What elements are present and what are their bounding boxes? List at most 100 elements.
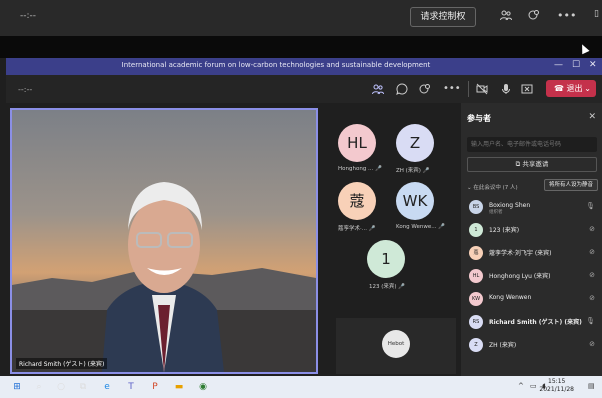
network-icon[interactable]: ▭ <box>530 382 537 390</box>
participant-avatar: Z <box>469 338 483 352</box>
edge-icon[interactable]: e <box>100 380 114 394</box>
mic-on-icon: 🎙 <box>586 317 595 325</box>
participant-row[interactable]: 蔻 蔻孪学术·刘飞宇 (来宾) ⊘ <box>467 243 599 263</box>
participant-name: 蔻孪学术·刘飞宇 (来宾) <box>489 250 552 257</box>
chevron-up-icon[interactable]: ^ <box>518 382 524 390</box>
hebot-tile[interactable]: Hebot <box>336 318 456 374</box>
windows-start-icon[interactable]: ⊞ <box>10 380 24 394</box>
main-video-feed: Richard Smith (ゲスト) (来宾) <box>10 108 318 374</box>
mic-off-icon: ⊘ <box>589 225 595 233</box>
leave-button[interactable]: ☎ 退出 ⌄ <box>546 80 596 97</box>
clock-date: 2021/11/28 <box>539 386 574 393</box>
reactions-icon[interactable] <box>419 83 431 98</box>
file-explorer-icon[interactable]: ▬ <box>172 380 186 394</box>
toolbar-divider <box>468 81 469 97</box>
more-options-icon[interactable]: ••• <box>557 9 576 22</box>
chevron-down-icon[interactable]: ⌄ <box>584 80 591 97</box>
camera-off-icon[interactable] <box>476 83 488 98</box>
tile-avatar-hl[interactable]: HL <box>338 124 376 162</box>
in-meeting-section[interactable]: ⌄ 在此会议中 (7 人) <box>467 183 518 191</box>
tile-name-wk: Kong Wenwe... 🎤 <box>396 224 446 230</box>
tile-initials: 蔻 <box>349 192 365 210</box>
mic-off-icon: ⊘ <box>589 340 595 348</box>
speaker-video-image <box>12 110 316 372</box>
tile-name-123: 123 (来宾) 🎤 <box>369 284 406 290</box>
meeting-timer: --:-- <box>20 11 37 21</box>
tile-name-hl: Honghong ... 🎤 <box>338 166 382 172</box>
tile-name-z: ZH (来宾) 🎤 <box>396 168 430 174</box>
teams-icon[interactable]: T <box>124 380 138 394</box>
participant-avatar: RS <box>469 315 483 329</box>
speaker-name-label: Richard Smith (ゲスト) (来宾) <box>16 358 108 369</box>
toolbar-timer: --:-- <box>18 85 33 94</box>
participants-icon[interactable] <box>372 83 384 98</box>
microphone-icon[interactable] <box>500 83 512 98</box>
participant-name: Boxiong Shen <box>489 202 531 209</box>
minimize-button[interactable]: — <box>554 60 563 70</box>
in-meeting-label: 在此会议中 (7 人) <box>473 185 518 191</box>
participant-row[interactable]: 1 123 (来宾) ⊘ <box>467 220 599 240</box>
meeting-window: International academic forum on low-carb… <box>6 58 602 376</box>
participant-row[interactable]: RS Richard Smith (ゲスト) (来宾) 🎙 <box>467 312 599 332</box>
meeting-toolbar: --:-- ••• ☎ 退出 ⌄ <box>6 75 602 103</box>
mic-on-icon: 🎙 <box>586 202 595 210</box>
tile-avatar-z[interactable]: Z <box>396 124 434 162</box>
close-window-button[interactable]: ✕ <box>589 60 597 70</box>
share-screen-icon[interactable] <box>528 9 540 24</box>
more-actions-icon[interactable]: ••• <box>443 83 461 94</box>
phone-icon: ☎ <box>554 84 567 93</box>
participant-name: Richard Smith (ゲスト) (来宾) <box>489 319 582 326</box>
share-invite-button[interactable]: ⧉ 共享邀请 <box>467 157 597 172</box>
task-view-icon[interactable]: ⧉ <box>76 380 90 394</box>
tile-avatar-123[interactable]: 1 <box>367 240 405 278</box>
tile-initials: 1 <box>381 250 391 268</box>
participants-panel: 参与者 ✕ ⧉ 共享邀请 ⌄ 在此会议中 (7 人) 将所有人设为静音 BS B… <box>461 103 602 376</box>
notification-icon[interactable]: ▤ <box>588 382 595 390</box>
mic-off-icon: ⊘ <box>589 271 595 279</box>
participant-tiles: HL Honghong ... 🎤 Z ZH (来宾) 🎤 蔻 蔻孪学术·...… <box>324 108 459 374</box>
participant-name: Honghong Lyu (来宾) <box>489 273 551 280</box>
window-title: International academic forum on low-carb… <box>121 61 431 69</box>
request-control-button[interactable]: 请求控制权 <box>410 7 476 27</box>
window-titlebar: International academic forum on low-carb… <box>6 58 602 75</box>
participant-row[interactable]: HL Honghong Lyu (来宾) ⊘ <box>467 266 599 286</box>
participant-row[interactable]: KW Kong Wenwen ⊘ <box>467 289 599 309</box>
participant-avatar: HL <box>469 269 483 283</box>
participant-name: 123 (来宾) <box>489 227 520 234</box>
tile-initials: Z <box>409 134 421 152</box>
screen-share-strip <box>0 36 602 58</box>
share-tray-icon[interactable] <box>521 83 533 98</box>
participant-name: ZH (来宾) <box>489 342 517 349</box>
tile-avatar-kou[interactable]: 蔻 <box>338 182 376 220</box>
search-icon[interactable]: ⌕ <box>32 380 46 394</box>
tile-initials: WK <box>402 192 428 210</box>
chat-icon[interactable] <box>396 83 408 98</box>
share-invite-label: 共享邀请 <box>522 160 549 168</box>
panel-edge-icon: ▯ <box>594 9 599 19</box>
participant-avatar: KW <box>469 292 483 306</box>
close-icon[interactable]: ✕ <box>588 112 596 122</box>
participant-avatar: BS <box>469 200 483 214</box>
participant-row[interactable]: BS Boxiong Shen 组织者 🎙 <box>467 197 599 217</box>
participant-name: Kong Wenwen <box>489 294 532 301</box>
windows-taskbar: ⊞ ⌕ ○ ⧉ e T P ▬ ◉ ^ ▭ ◖ 15:15 2021/11/28… <box>0 376 602 398</box>
participant-row[interactable]: Z ZH (来宾) ⊘ <box>467 335 599 355</box>
clock-time: 15:15 <box>548 378 566 385</box>
maximize-button[interactable]: ☐ <box>572 60 580 70</box>
participant-role: 组织者 <box>489 210 503 215</box>
tile-initials: HL <box>347 134 367 152</box>
mute-all-button[interactable]: 将所有人设为静音 <box>543 179 598 191</box>
powerpoint-icon[interactable]: P <box>148 380 162 394</box>
cortana-icon[interactable]: ○ <box>54 380 68 394</box>
taskbar-clock[interactable]: 15:15 2021/11/28 <box>539 378 574 394</box>
tile-avatar-wk[interactable]: WK <box>396 182 434 220</box>
tile-name-kou: 蔻孪学术·... 🎤 <box>338 226 376 232</box>
participant-avatar: 1 <box>469 223 483 237</box>
wechat-icon[interactable]: ◉ <box>196 380 210 394</box>
participant-avatar: 蔻 <box>469 246 483 260</box>
people-icon[interactable] <box>500 9 512 24</box>
mic-off-icon: ⊘ <box>589 294 595 302</box>
search-input[interactable] <box>467 137 597 152</box>
outer-meeting-bar: --:-- 请求控制权 ••• ▯ <box>0 0 602 36</box>
leave-label: 退出 <box>566 84 583 93</box>
